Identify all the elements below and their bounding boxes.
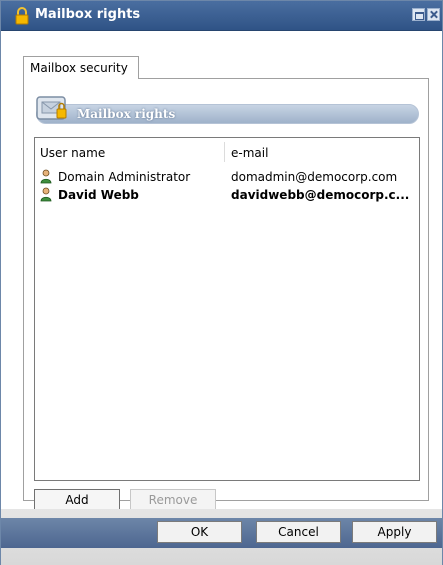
cancel-button[interactable]: Cancel	[256, 521, 341, 543]
lock-icon	[15, 7, 29, 25]
tab-label: Mailbox security	[30, 61, 128, 75]
list-item[interactable]: David Webb davidwebb@democorp.c...	[35, 186, 419, 204]
title-bar[interactable]: Mailbox rights	[1, 1, 442, 31]
user-icon	[40, 187, 52, 202]
user-email: domadmin@democorp.com	[231, 170, 398, 184]
list-header: User name e-mail	[35, 138, 419, 163]
remove-button[interactable]: Remove	[130, 489, 216, 511]
close-button[interactable]	[427, 8, 440, 21]
window-title: Mailbox rights	[35, 7, 141, 22]
user-icon	[40, 169, 52, 184]
tab-mailbox-security[interactable]: Mailbox security	[23, 56, 139, 79]
ok-button[interactable]: OK	[157, 521, 242, 543]
user-email: davidwebb@democorp.c...	[231, 188, 410, 202]
mailbox-icon	[36, 96, 67, 120]
column-divider[interactable]	[224, 142, 225, 162]
column-header-user-name[interactable]: User name	[40, 146, 105, 160]
list-item[interactable]: Domain Administrator domadmin@democorp.c…	[35, 168, 419, 186]
column-header-email[interactable]: e-mail	[231, 146, 268, 160]
maximize-button[interactable]	[412, 8, 425, 21]
add-button[interactable]: Add	[34, 489, 120, 511]
user-name: Domain Administrator	[58, 170, 191, 184]
user-name: David Webb	[58, 188, 139, 202]
section-title: Mailbox rights	[77, 107, 176, 121]
mailbox-rights-window: Mailbox rights Mailbox security Mailbox …	[0, 0, 443, 565]
apply-button[interactable]: Apply	[352, 521, 437, 543]
mailbox-rights-list[interactable]: User name e-mail Domain Administrator do…	[34, 137, 420, 481]
